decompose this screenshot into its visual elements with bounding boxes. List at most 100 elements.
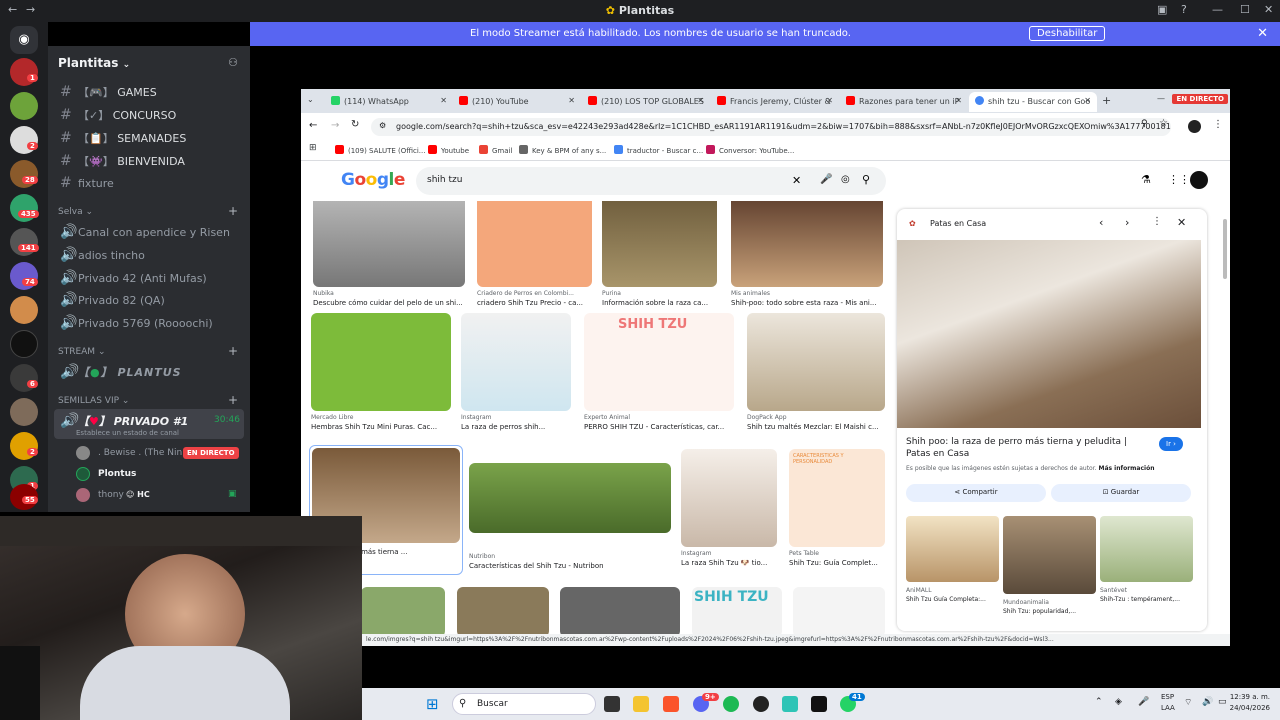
add-channel-icon[interactable]: + [228,393,238,407]
start-icon[interactable]: ⊞ [426,695,439,713]
bookmark[interactable]: (109) SALUTE (Offici... [335,145,426,155]
task-view-icon[interactable] [604,696,620,712]
lens-icon[interactable]: ◎ [841,174,850,185]
image-result[interactable] [793,587,885,637]
close-banner-icon[interactable]: ✕ [1257,26,1268,41]
add-channel-icon[interactable]: + [228,204,238,218]
stream-channel[interactable]: 🔊【●】 PLANTUS [60,364,182,380]
clock-date[interactable]: 24/04/2026 [1226,704,1270,712]
bookmark-star-icon[interactable]: ☆ [1159,118,1168,129]
channel-status-hint[interactable]: Establece un estado de canal [76,429,179,437]
avatar[interactable] [76,488,90,502]
category-selva[interactable]: Selva ⌄ [58,207,93,217]
category-stream[interactable]: STREAM ⌄ [58,347,105,357]
panel-title[interactable]: Shih poo: la raza de perro más tierna y … [906,436,1146,460]
next-image-icon[interactable]: › [1125,216,1129,229]
image-result[interactable] [457,587,549,637]
minimize-icon[interactable]: — [1157,94,1165,103]
related-caption[interactable]: Shih Tzu: popularidad,... [1003,608,1076,615]
image-result[interactable]: SHIH TZU [692,587,782,637]
bookmark[interactable]: Conversor: YouTube... [706,145,794,155]
channel-fixture[interactable]: # fixture [60,175,114,191]
forward-icon[interactable]: → [331,120,339,131]
bookmark[interactable]: traductor - Buscar c... [614,145,703,155]
google-logo[interactable]: Google [341,170,405,190]
voice-channel[interactable]: 🔊Canal con apendice y Risen [60,224,230,240]
language-layout[interactable]: LAA [1161,704,1175,712]
google-apps-icon[interactable]: ⋮⋮ [1168,173,1190,186]
channel-semanades[interactable]: # 【📋】 SEMANADES [60,130,186,146]
profile-avatar[interactable] [1188,120,1201,133]
minimize-icon[interactable]: — [1212,3,1223,16]
image-result[interactable]: CARACTERISTICAS Y PERSONALIDAD Pets Table… [789,449,885,567]
avatar[interactable] [76,446,90,460]
app-icon[interactable] [782,696,798,712]
server-icon[interactable] [10,296,38,324]
file-explorer-icon[interactable] [633,696,649,712]
menu-icon[interactable]: ⋮ [1213,119,1223,130]
app-icon[interactable] [811,696,827,712]
visit-button[interactable]: Ir › [1159,437,1183,451]
channel-bienvenida[interactable]: # 【👾】 BIENVENIDA [60,153,185,169]
save-button[interactable]: ⊡ Guardar [1051,484,1191,502]
new-tab-icon[interactable]: + [1102,94,1111,107]
image-result[interactable]: SHIH TZU Experto Animal PERRO SHIH TZU - C… [584,313,734,431]
tab-google-search[interactable]: shih tzu - Buscar con Goo ✕ [969,92,1097,112]
avatar[interactable] [76,467,90,481]
tray-app-icon[interactable]: ◈ [1115,697,1122,707]
server-icon[interactable] [10,398,38,426]
spotify-icon[interactable] [723,696,739,712]
prev-image-icon[interactable]: ‹ [1099,216,1103,229]
voice-channel-privado[interactable]: 🔊【♥】 PRIVADO #1 [60,413,188,429]
voice-user-name[interactable]: Plontus [98,469,136,479]
reload-icon[interactable]: ↻ [351,119,359,130]
channel-concurso[interactable]: # 【✓】 CONCURSO [60,107,176,123]
microphone-icon[interactable]: 🎤 [1138,697,1149,707]
tab-search-icon[interactable]: ⌄ [307,95,314,104]
back-icon[interactable]: ← [309,120,317,131]
image-result[interactable]: Instagram La raza Shih Tzu 🐶 tio... [681,449,777,567]
close-panel-icon[interactable]: ✕ [1177,216,1186,229]
image-result[interactable]: Mercado Libre Hembras Shih Tzu Mini Puras… [311,313,451,431]
close-icon[interactable]: ✕ [1264,3,1273,16]
category-semillas[interactable]: SEMILLAS VIP ⌄ [58,396,129,406]
server-icon[interactable] [10,92,38,120]
taskbar-search[interactable]: ⚲ Buscar [452,693,596,715]
bookmark[interactable]: Key & BPM of any s... [519,145,606,155]
image-result[interactable]: Nubika Descubre cómo cuidar del pelo de u… [313,201,465,307]
language-indicator[interactable]: ESP [1161,693,1174,701]
labs-icon[interactable]: ⚗ [1141,173,1151,186]
maximize-icon[interactable]: ☐ [1240,3,1250,16]
tray-chevron-icon[interactable]: ⌃ [1095,697,1103,707]
more-info-link[interactable]: Más información [1098,465,1154,472]
bookmark[interactable]: Gmail [479,145,512,155]
bookmark[interactable]: Youtube [428,145,469,155]
image-result[interactable]: Mis animales Shih-poo: todo sobre esta ra… [731,201,883,307]
image-result[interactable] [361,587,445,637]
related-image[interactable] [906,516,999,582]
site-info-icon[interactable]: ⚙ [379,121,386,130]
voice-channel[interactable]: 🔊adios tincho [60,247,145,263]
voice-user-name[interactable]: thony [98,490,124,500]
voice-channel[interactable]: 🔊Privado 42 (Anti Mufas) [60,270,207,286]
share-button[interactable]: ⋖ Compartir [906,484,1046,502]
panel-source[interactable]: Patas en Casa [930,219,986,228]
voice-user-name[interactable]: . Bewise . (The Nin... [98,448,191,458]
channel-games[interactable]: # 【🎮】 GAMES [60,84,157,100]
related-caption[interactable]: Shih-Tzu : tempérament,... [1100,596,1180,603]
related-image[interactable] [1003,516,1096,594]
voice-search-icon[interactable]: 🎤 [820,174,832,185]
image-result[interactable]: Criadero de Perros en Colombi... criadero… [477,201,592,307]
tab-youtube-3[interactable]: Francis Jeremy, Clúster & ✕ [711,92,839,112]
image-result[interactable]: Instagram La raza de perros shih... [461,313,571,431]
inbox-icon[interactable]: ▣ [1157,3,1167,16]
tab-whatsapp[interactable]: (114) WhatsApp ✕ [325,92,453,112]
zoom-icon[interactable]: ⚲ [1141,119,1148,129]
search-input[interactable]: shih tzu [416,167,886,195]
tab-youtube-2[interactable]: (210) LOS TOP GLOBALES ✕ [582,92,710,112]
obs-icon[interactable] [753,696,769,712]
search-icon[interactable]: ⚲ [862,173,870,186]
image-result[interactable]: Purina Información sobre la raza ca... [602,201,717,307]
help-icon[interactable]: ? [1181,3,1187,16]
add-channel-icon[interactable]: + [228,344,238,358]
